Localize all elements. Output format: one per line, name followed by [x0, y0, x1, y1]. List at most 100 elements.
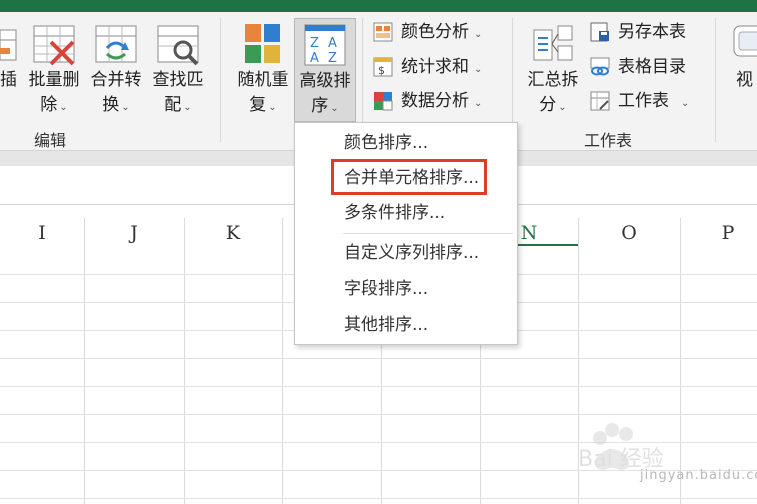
- random-reorder-button[interactable]: 随机重 复 ⌄: [232, 18, 294, 124]
- color-table-icon: [373, 22, 393, 42]
- color-analysis-button[interactable]: 颜色分析 ⌄: [373, 18, 501, 46]
- delete-table-icon: [31, 22, 77, 66]
- grid-line: [184, 218, 185, 504]
- insert-button[interactable]: 插: [0, 18, 22, 124]
- title-bar-strip: [0, 0, 757, 12]
- svg-text:$: $: [378, 64, 385, 77]
- grid-line: [282, 218, 283, 504]
- grid-line: [0, 358, 757, 359]
- edit-group-label: 编辑: [34, 131, 67, 150]
- data-analysis-button[interactable]: 数据分析 ⌄: [373, 87, 501, 115]
- worksheet-icon: [590, 91, 610, 111]
- merge-convert-label-1: 合并转: [90, 70, 142, 90]
- column-header-j[interactable]: J: [84, 218, 184, 246]
- summarize-split-label-1: 汇总拆: [527, 70, 579, 90]
- color-analysis-text: 颜色分析: [401, 22, 469, 42]
- find-table-icon: [155, 22, 201, 66]
- column-header-o[interactable]: O: [578, 218, 680, 246]
- worksheet-text: 工作表: [618, 91, 669, 111]
- advanced-sort-button[interactable]: ZAAZ 高级排 序 ⌄: [294, 18, 356, 122]
- merge-convert-label-text: 换: [102, 95, 120, 115]
- merge-convert-label-2: 换 ⌄: [88, 93, 144, 120]
- find-match-label-2: 配 ⌄: [150, 93, 206, 120]
- insert-label-1: 插: [0, 70, 17, 90]
- menu-item-label: 自定义序列排序...: [344, 243, 480, 263]
- grid-line: [0, 386, 757, 387]
- grid-line: [0, 498, 757, 499]
- view-button[interactable]: 视: [728, 18, 757, 124]
- menu-item-label: 多条件排序...: [344, 203, 446, 223]
- insert-label-2: [0, 93, 22, 118]
- data-analysis-text: 数据分析: [401, 91, 469, 111]
- menu-item-other-sort[interactable]: 其他排序...: [296, 308, 516, 342]
- summarize-split-label-2: 分 ⌄: [522, 93, 584, 120]
- color-analysis-label: 颜色分析 ⌄: [401, 18, 482, 49]
- chevron-down-icon: ⌄: [474, 64, 483, 75]
- chevron-down-icon: ⌄: [474, 98, 483, 109]
- stats-sum-label: 统计求和 ⌄: [401, 53, 482, 84]
- worksheet-button[interactable]: 工作表 ⌄: [590, 87, 700, 115]
- watermark-url: jingyan.baidu.com: [640, 468, 757, 483]
- chevron-down-icon: ⌄: [474, 29, 483, 40]
- advanced-sort-label-1: 高级排: [299, 71, 351, 91]
- svg-text:A: A: [328, 36, 337, 51]
- column-header-p[interactable]: P: [680, 218, 757, 246]
- merge-convert-button[interactable]: 合并转 换 ⌄: [88, 18, 144, 124]
- batch-delete-label-2: 除 ⌄: [26, 93, 82, 120]
- find-match-label-1: 查找匹: [152, 70, 204, 90]
- save-as-sheet-label: 另存本表: [618, 22, 686, 42]
- svg-text:Z: Z: [310, 36, 319, 51]
- advanced-sort-label-2: 序 ⌄: [295, 94, 355, 121]
- group-divider: [715, 18, 716, 142]
- chevron-down-icon: ⌄: [183, 102, 192, 113]
- data-analysis-label: 数据分析 ⌄: [401, 87, 482, 118]
- summarize-split-label-text: 分: [539, 95, 557, 115]
- stats-sum-button[interactable]: $ 统计求和 ⌄: [373, 53, 501, 81]
- menu-item-label: 其他排序...: [344, 315, 429, 335]
- chevron-down-icon: ⌄: [268, 102, 277, 113]
- column-header-k[interactable]: K: [184, 218, 282, 246]
- catalog-link-icon: [590, 57, 610, 76]
- chevron-down-icon: ⌄: [681, 98, 690, 109]
- save-sheet-icon: [590, 22, 609, 42]
- sheet-catalog-label: 表格目录: [618, 57, 686, 77]
- view-label: 视: [736, 70, 753, 90]
- chevron-down-icon: ⌄: [558, 102, 567, 113]
- sheet-catalog-button[interactable]: 表格目录: [590, 53, 700, 81]
- save-as-sheet-button[interactable]: 另存本表: [590, 18, 700, 46]
- worksheet-group-label: 工作表: [584, 131, 633, 150]
- menu-item-label: 颜色排序...: [344, 133, 429, 153]
- insert-icon: [0, 22, 22, 66]
- advanced-sort-label-text: 序: [311, 96, 329, 116]
- merge-convert-icon: [93, 22, 139, 66]
- menu-item-color-sort[interactable]: 颜色排序...: [296, 126, 516, 160]
- sort-az-icon: ZAAZ: [302, 23, 348, 67]
- chevron-down-icon: ⌄: [330, 103, 339, 114]
- menu-item-multi-condition-sort[interactable]: 多条件排序...: [296, 196, 516, 230]
- find-match-label-text: 配: [164, 95, 182, 115]
- stats-sum-icon: $: [373, 57, 393, 77]
- svg-text:Z: Z: [328, 51, 337, 66]
- random-reorder-label-text: 复: [249, 95, 267, 115]
- grid-line: [84, 218, 85, 504]
- find-match-button[interactable]: 查找匹 配 ⌄: [150, 18, 206, 124]
- batch-delete-button[interactable]: 批量删 除 ⌄: [26, 18, 82, 124]
- summarize-split-button[interactable]: 汇总拆 分 ⌄: [522, 18, 584, 124]
- chevron-down-icon: ⌄: [121, 102, 130, 113]
- chevron-down-icon: ⌄: [59, 102, 68, 113]
- highlight-annotation-box: [331, 159, 487, 195]
- svg-text:A: A: [310, 51, 319, 66]
- worksheet-label: 工作表 ⌄: [618, 87, 689, 118]
- group-divider: [220, 18, 221, 142]
- data-analysis-icon: [374, 92, 393, 111]
- view-icon: [730, 22, 757, 66]
- random-tiles-icon: [240, 22, 286, 66]
- batch-delete-label-text: 除: [40, 95, 58, 115]
- grid-line: [0, 414, 757, 415]
- batch-delete-label-1: 批量删: [28, 70, 80, 90]
- column-header-i[interactable]: I: [0, 218, 84, 246]
- menu-separator: [343, 233, 513, 234]
- menu-item-field-sort[interactable]: 字段排序...: [296, 272, 516, 306]
- random-reorder-label-2: 复 ⌄: [232, 93, 294, 120]
- menu-item-custom-sequence-sort[interactable]: 自定义序列排序...: [296, 236, 516, 270]
